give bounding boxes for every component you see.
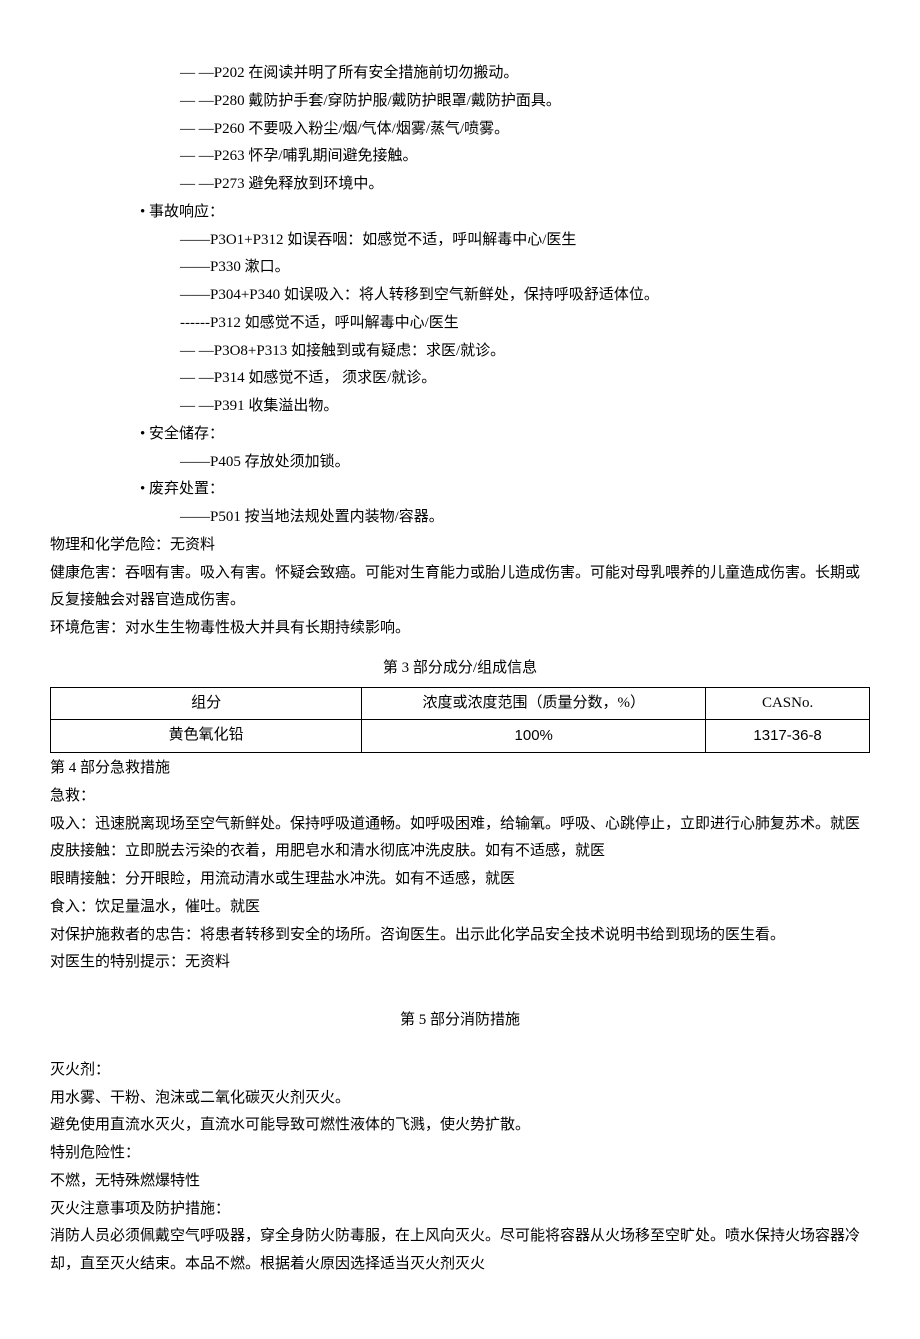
prevention-item: — —P202 在阅读并明了所有安全措施前切勿搬动。: [50, 60, 870, 88]
section-3-title: 第 3 部分成分/组成信息: [50, 655, 870, 683]
safe-storage-label: • 安全储存：: [50, 421, 870, 449]
fire-extinguisher-2: 避免使用直流水灭火，直流水可能导致可燃性液体的飞溅，使火势扩散。: [50, 1112, 870, 1140]
composition-table: 组分 浓度或浓度范围（质量分数，%） CASNo. 黄色氧化铅 100% 131…: [50, 687, 870, 754]
accident-item: ——P304+P340 如误吸入：将人转移到空气新鲜处，保持呼吸舒适体位。: [50, 282, 870, 310]
accident-response-label: • 事故响应：: [50, 199, 870, 227]
first-aid-rescuer-advice: 对保护施救者的忠告：将患者转移到安全的场所。咨询医生。出示此化学品安全技术说明书…: [50, 922, 870, 950]
firefighting-notes: 消防人员必须佩戴空气呼吸器，穿全身防火防毒服，在上风向灭火。尽可能将容器从火场移…: [50, 1223, 870, 1279]
storage-item: ——P405 存放处须加锁。: [50, 449, 870, 477]
section-4-title: 第 4 部分急救措施: [50, 755, 870, 783]
env-hazard: 环境危害：对水生生物毒性极大并具有长期持续影响。: [50, 615, 870, 643]
fire-extinguisher-1: 用水雾、干粉、泡沫或二氧化碳灭火剂灭火。: [50, 1085, 870, 1113]
first-aid-inhalation: 吸入：迅速脱离现场至空气新鲜处。保持呼吸道通畅。如呼吸困难，给输氧。呼吸、心跳停…: [50, 811, 870, 839]
special-hazard: 不燃，无特殊燃爆特性: [50, 1168, 870, 1196]
fire-extinguisher-label: 灭火剂：: [50, 1057, 870, 1085]
first-aid-ingestion: 食入：饮足量温水，催吐。就医: [50, 894, 870, 922]
health-hazard: 健康危害：吞咽有害。吸入有害。怀疑会致癌。可能对生育能力或胎儿造成伤害。可能对母…: [50, 560, 870, 616]
accident-item: — —P314 如感觉不适， 须求医/就诊。: [50, 365, 870, 393]
accident-item: ——P3O1+P312 如误吞咽：如感觉不适，呼叫解毒中心/医生: [50, 227, 870, 255]
disposal-label: • 废弃处置：: [50, 476, 870, 504]
col-cas: CASNo.: [706, 687, 870, 720]
special-hazard-label: 特别危险性：: [50, 1140, 870, 1168]
first-aid-eye: 眼睛接触：分开眼睑，用流动清水或生理盐水冲洗。如有不适感，就医: [50, 866, 870, 894]
prevention-list: — —P202 在阅读并明了所有安全措施前切勿搬动。 — —P280 戴防护手套…: [50, 60, 870, 199]
first-aid-emergency: 急救：: [50, 783, 870, 811]
prevention-item: — —P273 避免释放到环境中。: [50, 171, 870, 199]
cell-concentration: 100%: [362, 720, 706, 753]
cell-cas: 1317-36-8: [706, 720, 870, 753]
accident-item: — —P3O8+P313 如接触到或有疑虑：求医/就诊。: [50, 338, 870, 366]
table-row: 黄色氧化铅 100% 1317-36-8: [51, 720, 870, 753]
accident-item: ——P330 漱口。: [50, 254, 870, 282]
accident-list: ——P3O1+P312 如误吞咽：如感觉不适，呼叫解毒中心/医生 ——P330 …: [50, 227, 870, 421]
accident-item: ------P312 如感觉不适，呼叫解毒中心/医生: [50, 310, 870, 338]
table-header-row: 组分 浓度或浓度范围（质量分数，%） CASNo.: [51, 687, 870, 720]
prevention-item: — —P263 怀孕/哺乳期间避免接触。: [50, 143, 870, 171]
cell-component: 黄色氧化铅: [51, 720, 362, 753]
prevention-item: — —P260 不要吸入粉尘/烟/气体/烟雾/蒸气/喷雾。: [50, 116, 870, 144]
col-component: 组分: [51, 687, 362, 720]
section-5-title: 第 5 部分消防措施: [50, 1007, 870, 1035]
col-concentration: 浓度或浓度范围（质量分数，%）: [362, 687, 706, 720]
accident-item: — —P391 收集溢出物。: [50, 393, 870, 421]
first-aid-skin: 皮肤接触：立即脱去污染的衣着，用肥皂水和清水彻底冲洗皮肤。如有不适感，就医: [50, 838, 870, 866]
disposal-item: ——P501 按当地法规处置内装物/容器。: [50, 504, 870, 532]
prevention-item: — —P280 戴防护手套/穿防护服/戴防护眼罩/戴防护面具。: [50, 88, 870, 116]
phys-chem-hazard: 物理和化学危险：无资料: [50, 532, 870, 560]
first-aid-doctor-note: 对医生的特别提示：无资料: [50, 949, 870, 977]
firefighting-notes-label: 灭火注意事项及防护措施：: [50, 1196, 870, 1224]
